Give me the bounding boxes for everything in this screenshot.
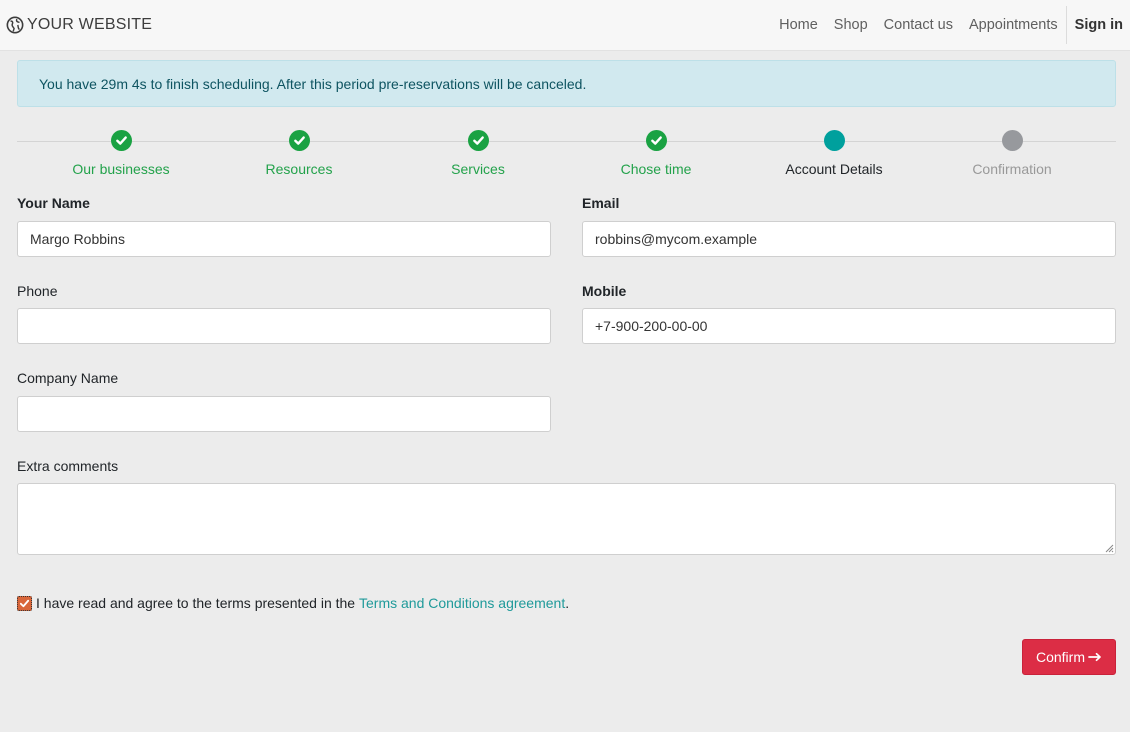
step-complete-check-icon [288,130,310,151]
nav-contact-us[interactable]: Contact us [876,17,961,33]
terms-text: I have read and agree to the terms prese… [36,595,356,611]
phone-input[interactable] [17,308,551,344]
timer-alert: You have 29m 4s to finish scheduling. Af… [17,60,1116,107]
step-services: Services [388,130,568,177]
timer-alert-text: You have 29m 4s to finish scheduling. Af… [39,75,587,92]
step-label: Confirmation [972,161,1052,177]
name-label: Your Name [17,195,90,211]
comments-label: Extra comments [17,458,119,474]
step-our-businesses: Our businesses [31,130,211,177]
terms-row: I have read and agree to the terms prese… [17,595,569,611]
terms-checkbox[interactable] [17,595,32,611]
phone-label: Phone [17,283,58,299]
terms-link[interactable]: Terms and Conditions agreement [359,595,565,611]
step-label: Our businesses [72,161,170,177]
main-nav: Home Shop Contact us Appointments Sign i… [771,0,1130,50]
step-account-details: Account Details [744,130,924,177]
mobile-input[interactable] [582,308,1116,344]
globe-icon [6,16,24,34]
sign-in-link[interactable]: Sign in [1065,6,1130,44]
step-label: Account Details [785,161,883,177]
company-input[interactable] [17,396,551,432]
arrow-right-icon [1088,652,1101,662]
brand-logo[interactable]: YOUR WEBSITE [6,15,152,35]
step-confirmation: Confirmation [922,130,1102,177]
resize-grip-icon[interactable] [1104,543,1114,553]
step-complete-check-icon [645,130,667,151]
step-label: Chose time [620,161,692,177]
step-complete-check-icon [110,130,132,151]
comments-textarea[interactable] [17,483,1116,555]
confirm-button[interactable]: Confirm [1022,639,1116,675]
mobile-label: Mobile [582,283,627,299]
step-label: Services [451,161,505,177]
checkmark-icon [19,599,30,607]
terms-end: . [565,595,570,611]
step-resources: Resources [209,130,389,177]
brand-name: YOUR WEBSITE [27,16,153,33]
step-pending-dot-icon [1001,130,1023,151]
step-chose-time: Chose time [566,130,746,177]
confirm-label: Confirm [1035,649,1085,665]
company-label: Company Name [17,370,119,386]
top-navbar: YOUR WEBSITE Home Shop Contact us Appoin… [0,0,1130,51]
nav-home[interactable]: Home [771,17,826,33]
step-complete-check-icon [467,130,489,151]
step-label: Resources [265,161,333,177]
nav-shop[interactable]: Shop [826,17,876,33]
nav-appointments[interactable]: Appointments [961,17,1066,33]
name-input[interactable] [17,221,551,257]
email-label: Email [582,195,620,211]
step-current-dot-icon [823,130,845,151]
email-input[interactable] [582,221,1116,257]
